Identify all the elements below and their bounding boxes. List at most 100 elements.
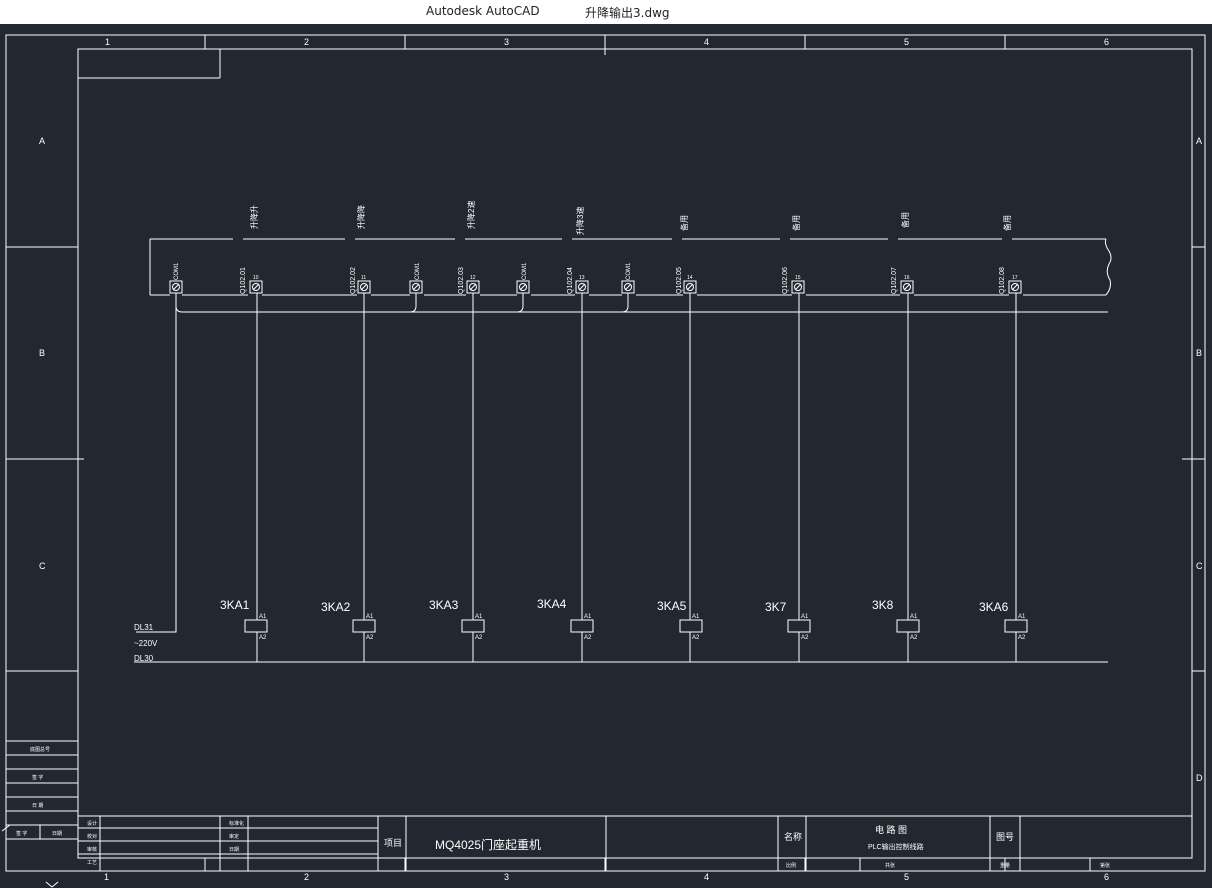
col-number: 2 xyxy=(304,37,309,47)
terminal-number: 12 xyxy=(470,275,476,281)
col-number: 2 xyxy=(304,872,309,882)
sign-label: 审核 xyxy=(87,846,97,853)
side-table-label: 日 期 xyxy=(32,803,43,809)
sign-label: 设计 xyxy=(87,820,97,827)
col-number: 4 xyxy=(704,872,709,882)
terminal-number: 10 xyxy=(253,275,259,281)
coil-pin-label: A2 xyxy=(801,635,809,641)
bottom-label: 比例 xyxy=(786,862,796,869)
coil-pin-labels: A1 A2 A1 A2 A1 A2 A1 A2 A1 A2 A1 A2 A1 A2 A1 A2 xyxy=(259,614,1026,641)
coil-pin-label: A1 xyxy=(692,614,700,620)
coil-wiring xyxy=(244,293,1028,662)
address-label: Q102.02 xyxy=(350,267,357,294)
col-number: 5 xyxy=(904,872,909,882)
com-label: COM1 xyxy=(415,262,421,280)
com-label: COM1 xyxy=(522,262,528,280)
note-label: 升降升 xyxy=(249,205,259,229)
sign-label: 日期 xyxy=(229,847,239,853)
coil-pin-label: A2 xyxy=(475,635,483,641)
note-label: 备用 xyxy=(679,215,689,231)
terminal-number: 11 xyxy=(361,275,366,281)
col-number: 4 xyxy=(704,37,709,47)
power-line-label: DL31 xyxy=(134,623,154,632)
power-line-label: DL30 xyxy=(134,654,154,663)
drawing-frame xyxy=(1,34,1206,888)
coil-label: 3KA4 xyxy=(537,597,567,611)
col-number: 6 xyxy=(1104,872,1109,882)
title-block: 设计 校对 审核 工艺 标准化 审定 日期 项目 MQ4025门座起重机 名称 … xyxy=(87,820,1110,869)
app-name: Autodesk AutoCAD xyxy=(426,4,540,18)
coil-label: 3KA1 xyxy=(220,598,250,612)
drawing-no-label: 图号 xyxy=(996,832,1014,842)
file-name: 升降输出3.dwg xyxy=(585,6,670,20)
common-wiring xyxy=(134,293,1108,663)
address-label: Q102.05 xyxy=(676,267,683,294)
coil-pin-label: A2 xyxy=(259,635,267,641)
project-value: MQ4025门座起重机 xyxy=(435,837,541,852)
side-table-label: 底图总号 xyxy=(30,746,50,753)
coil-label: 3KA2 xyxy=(321,600,351,614)
note-label: 升降2速 xyxy=(466,201,476,229)
row-letter: B xyxy=(39,348,45,358)
note-label: 升降3速 xyxy=(575,207,585,235)
side-table-label: 签 字 xyxy=(16,830,27,837)
address-label: Q102.06 xyxy=(782,267,789,294)
column-numbers-top: 1 2 3 4 5 6 xyxy=(105,37,1109,47)
terminal-number: 17 xyxy=(1012,275,1018,281)
name-label: 名称 xyxy=(784,831,802,842)
com-label: COM1 xyxy=(174,262,180,280)
sign-label: 审定 xyxy=(229,833,239,840)
terminal-number: 15 xyxy=(795,275,801,281)
side-table-label: 日期 xyxy=(52,831,62,837)
address-label: Q102.07 xyxy=(891,267,898,294)
drawing-title: 电 路 图 xyxy=(875,824,907,835)
coil-pin-label: A1 xyxy=(1018,614,1026,620)
terminal-number: 14 xyxy=(687,275,693,281)
coil-pin-label: A1 xyxy=(475,614,483,620)
note-label: 升降降 xyxy=(356,205,366,229)
coil-labels: 3KA1 3KA2 3KA3 3KA4 3KA5 3K7 3K8 3KA6 xyxy=(220,597,1009,614)
voltage-label: ~220V xyxy=(134,639,158,648)
address-label: Q102.01 xyxy=(240,267,247,294)
coil-pin-label: A1 xyxy=(910,614,918,620)
row-letters-left: A B C xyxy=(39,136,46,571)
address-label: Q102.03 xyxy=(458,267,465,294)
coil-pin-label: A2 xyxy=(910,635,918,641)
coil-label: 3K7 xyxy=(765,600,787,614)
col-number: 5 xyxy=(904,37,909,47)
power-labels: DL31 ~220V DL30 xyxy=(134,623,158,663)
col-number: 1 xyxy=(104,872,109,882)
coil-pin-label: A2 xyxy=(366,635,374,641)
top-notes: 升降升 升降降 升降2速 升降3速 备用 备用 备用 备用 xyxy=(249,201,1012,235)
coil-label: 3KA3 xyxy=(429,598,459,612)
bottom-label: 共张 xyxy=(885,862,895,869)
col-number: 3 xyxy=(504,872,509,882)
terminal-number: 13 xyxy=(579,275,585,281)
row-letter: D xyxy=(1196,773,1203,783)
terminal-number: 16 xyxy=(904,275,910,281)
coil-pin-label: A1 xyxy=(801,614,809,620)
row-letter: B xyxy=(1196,348,1202,358)
row-letter: C xyxy=(39,561,46,571)
col-number: 6 xyxy=(1104,37,1109,47)
column-numbers-bottom: 1 2 3 4 5 6 xyxy=(104,872,1109,882)
coil-pin-label: A2 xyxy=(1018,635,1026,641)
row-letter: A xyxy=(39,136,45,146)
com-label: COM1 xyxy=(626,262,632,280)
note-label: 备用 xyxy=(791,215,801,231)
side-table-label: 签 字 xyxy=(32,774,43,781)
coil-pin-label: A1 xyxy=(584,614,592,620)
col-number: 3 xyxy=(504,37,509,47)
drawing-canvas[interactable]: 1 2 3 4 5 6 1 2 3 4 5 6 A B C A B C D 升降… xyxy=(0,24,1212,888)
address-label: Q102.04 xyxy=(567,267,574,294)
address-label: Q102.08 xyxy=(999,267,1006,294)
sign-label: 工艺 xyxy=(87,860,97,866)
project-label: 项目 xyxy=(384,838,402,848)
note-label: 备用 xyxy=(1002,215,1012,231)
row-letter: A xyxy=(1196,136,1202,146)
coil-pin-label: A1 xyxy=(366,614,374,620)
output-terminal xyxy=(249,280,1022,294)
bottom-label: 第张 xyxy=(1100,862,1110,869)
coil-pin-label: A2 xyxy=(692,635,700,641)
sign-label: 标准化 xyxy=(229,820,244,827)
